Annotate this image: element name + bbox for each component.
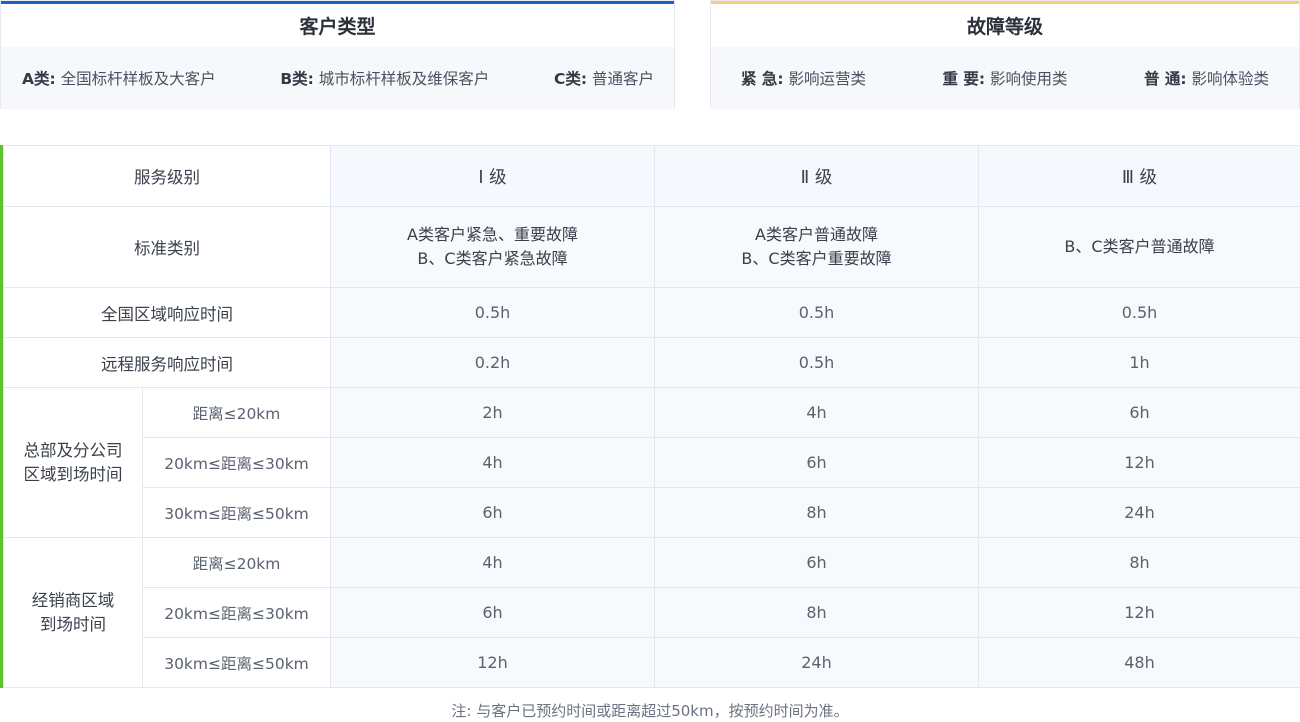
national-response-level-2: 0.5h	[654, 287, 979, 338]
dealer-row-2-level-2: 8h	[654, 587, 979, 638]
customer-type-card: 客户类型 A类: 全国标杆样板及大客户 B类: 城市标杆样板及维保客户 C类: …	[0, 0, 675, 109]
national-response-label: 全国区域响应时间	[3, 287, 331, 338]
hq-row-1-level-2: 4h	[654, 387, 979, 438]
dealer-distance-row-1: 经销商区域 到场时间 距离≤20km 4h 6h 8h	[3, 537, 1300, 688]
hq-group-label: 总部及分公司 区域到场时间	[3, 387, 143, 538]
service-level-table-wrapper: 服务级别 Ⅰ 级 Ⅱ 级 Ⅲ 级 标准类别 A类客户紧急、重要故障 B、C类客户…	[0, 145, 1300, 688]
remote-response-level-1: 0.2h	[330, 337, 655, 388]
footnote: 注: 与客户已预约时间或距离超过50km，按预约时间为准。	[451, 702, 849, 720]
national-response-level-3: 0.5h	[978, 287, 1300, 338]
hq-distance-label-2: 20km≤距离≤30km	[142, 437, 331, 488]
hq-distance-row-3: 30km≤距离≤50km 6h 8h 24h	[4, 487, 1300, 538]
dealer-row-3-level-2: 24h	[654, 637, 979, 688]
remote-response-row: 远程服务响应时间 0.2h 0.5h 1h	[3, 337, 1300, 388]
hq-row-2-level-3: 12h	[978, 437, 1300, 488]
hq-row-3-level-1: 6h	[330, 487, 655, 538]
dealer-distance-row-2: 20km≤距离≤30km 6h 8h 12h	[4, 587, 1300, 638]
level-3-standard: B、C类客户普通故障	[978, 206, 1300, 288]
fault-level-title: 故障等级	[711, 4, 1299, 47]
standard-category-row: 标准类别 A类客户紧急、重要故障 B、C类客户紧急故障 A类客户普通故障 B、C…	[3, 206, 1300, 288]
remote-response-level-2: 0.5h	[654, 337, 979, 388]
dealer-row-2-level-3: 12h	[978, 587, 1300, 638]
dealer-row-3-level-1: 12h	[330, 637, 655, 688]
national-response-row: 全国区域响应时间 0.5h 0.5h 0.5h	[3, 287, 1300, 338]
dealer-group-label-line-2: 到场时间	[40, 614, 106, 634]
dealer-row-1-level-3: 8h	[978, 537, 1300, 588]
remote-response-label: 远程服务响应时间	[3, 337, 331, 388]
customer-type-title: 客户类型	[1, 4, 674, 47]
hq-row-3-level-3: 24h	[978, 487, 1300, 538]
hq-distance-row-1: 总部及分公司 区域到场时间 距离≤20km 2h 4h 6h	[3, 387, 1300, 538]
dealer-row-2-level-1: 6h	[330, 587, 655, 638]
table-header-row: 服务级别 Ⅰ 级 Ⅱ 级 Ⅲ 级	[3, 145, 1300, 207]
standard-category-label: 标准类别	[3, 206, 331, 288]
dealer-distance-label-1: 距离≤20km	[142, 537, 331, 588]
hq-row-2-level-2: 6h	[654, 437, 979, 488]
hq-row-2-level-1: 4h	[330, 437, 655, 488]
fault-level-card: 故障等级 紧 急: 影响运营类 重 要: 影响使用类 普 通: 影响体验类	[710, 0, 1300, 109]
customer-type-list: A类: 全国标杆样板及大客户 B类: 城市标杆样板及维保客户 C类: 普通客户	[1, 47, 674, 109]
hq-distance-label-3: 30km≤距离≤50km	[142, 487, 331, 538]
fault-level-important: 重 要: 影响使用类	[942, 70, 1068, 88]
hq-group-label-line-1: 总部及分公司	[23, 440, 123, 460]
level-2-standard-line-2: B、C类客户重要故障	[741, 249, 892, 268]
level-2-standard: A类客户普通故障 B、C类客户重要故障	[654, 206, 979, 288]
hq-group-label-line-2: 区域到场时间	[23, 464, 123, 484]
dealer-row-3-level-3: 48h	[978, 637, 1300, 688]
level-1-standard-line-2: B、C类客户紧急故障	[417, 249, 568, 268]
service-level-table: 服务级别 Ⅰ 级 Ⅱ 级 Ⅲ 级 标准类别 A类客户紧急、重要故障 B、C类客户…	[3, 145, 1300, 688]
level-2-header: Ⅱ 级	[654, 145, 979, 207]
hq-row-1-level-1: 2h	[330, 387, 655, 438]
dealer-group-label: 经销商区域 到场时间	[3, 537, 143, 688]
level-3-header: Ⅲ 级	[978, 145, 1300, 207]
national-response-level-1: 0.5h	[330, 287, 655, 338]
fault-level-list: 紧 急: 影响运营类 重 要: 影响使用类 普 通: 影响体验类	[711, 47, 1299, 109]
level-1-standard-line-1: A类客户紧急、重要故障	[407, 225, 578, 244]
customer-type-a: A类: 全国标杆样板及大客户	[22, 70, 216, 88]
level-3-standard-line-1: B、C类客户普通故障	[1064, 237, 1215, 256]
dealer-distance-label-2: 20km≤距离≤30km	[142, 587, 331, 638]
hq-distance-label-1: 距离≤20km	[142, 387, 331, 438]
dealer-group-label-line-1: 经销商区域	[31, 590, 115, 610]
dealer-distance-row-3: 30km≤距离≤50km 12h 24h 48h	[4, 637, 1300, 688]
remote-response-level-3: 1h	[978, 337, 1300, 388]
hq-row-3-level-2: 8h	[654, 487, 979, 538]
level-2-standard-line-1: A类客户普通故障	[755, 225, 878, 244]
level-1-header: Ⅰ 级	[330, 145, 655, 207]
dealer-distance-label-3: 30km≤距离≤50km	[142, 637, 331, 688]
hq-distance-row-2: 20km≤距离≤30km 4h 6h 12h	[4, 437, 1300, 488]
fault-level-urgent: 紧 急: 影响运营类	[741, 70, 867, 88]
fault-level-normal: 普 通: 影响体验类	[1143, 70, 1269, 88]
customer-type-c: C类: 普通客户	[553, 70, 654, 88]
customer-type-b: B类: 城市标杆样板及维保客户	[280, 70, 490, 88]
hq-row-1-level-3: 6h	[978, 387, 1300, 438]
dealer-row-1-level-2: 6h	[654, 537, 979, 588]
level-1-standard: A类客户紧急、重要故障 B、C类客户紧急故障	[330, 206, 655, 288]
dealer-row-1-level-1: 4h	[330, 537, 655, 588]
service-level-label: 服务级别	[3, 145, 331, 207]
